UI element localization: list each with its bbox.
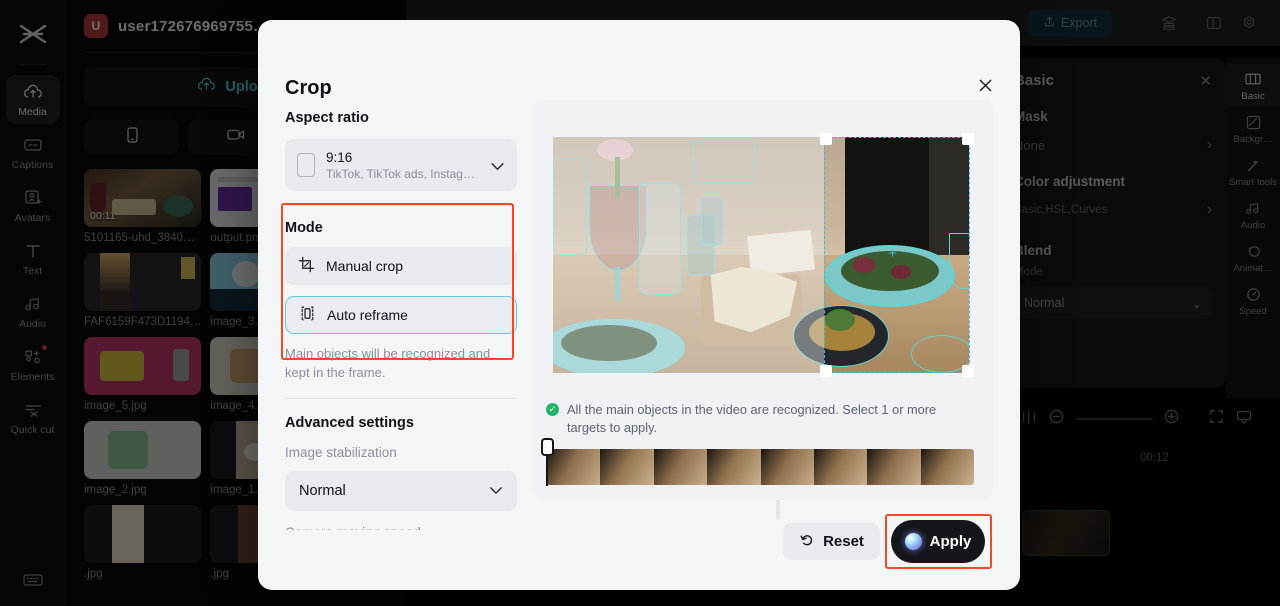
close-icon[interactable] <box>972 72 998 98</box>
crop-handle-top-right-icon[interactable] <box>962 133 974 145</box>
mode-option-label: Manual crop <box>326 258 404 274</box>
crop-center-plus-icon: + <box>888 245 897 262</box>
portrait-frame-icon <box>297 153 315 177</box>
apply-button[interactable]: Apply <box>891 520 985 563</box>
auto-reframe-icon <box>299 305 316 325</box>
image-stabilization-select[interactable]: Normal <box>285 471 517 511</box>
page-title: Crop <box>285 77 332 99</box>
crop-selection-border <box>824 137 970 373</box>
mode-option-manual-crop[interactable]: Manual crop <box>285 247 517 285</box>
reset-button[interactable]: Reset <box>783 523 880 560</box>
settings-divider <box>285 398 517 399</box>
aspect-ratio-value: 9:16 <box>326 149 353 165</box>
chevron-down-icon <box>489 483 503 499</box>
crop-settings-column: Aspect ratio 9:16 TikTok, TikTok ads, In… <box>285 110 517 530</box>
mode-note: Main objects will be recognized and kept… <box>285 346 491 380</box>
crop-handle-bottom-left-icon[interactable] <box>820 365 832 377</box>
timeline-filmstrip[interactable] <box>547 449 974 485</box>
aspect-ratio-heading: Aspect ratio <box>285 110 369 126</box>
crop-handle-bottom-right-icon[interactable] <box>962 365 974 377</box>
image-stabilization-value: Normal <box>299 483 346 499</box>
mode-option-label: Auto reframe <box>327 307 408 323</box>
chevron-down-icon <box>490 158 505 176</box>
crop-handle-top-left-icon[interactable] <box>820 133 832 145</box>
camera-moving-speed-label: Camera moving speed <box>285 525 517 530</box>
playhead-icon[interactable] <box>541 438 554 456</box>
reset-label: Reset <box>823 533 864 550</box>
app-root: Media Captions Avatars Text <box>0 0 1280 606</box>
mode-heading: Mode <box>285 220 323 236</box>
recognition-status: ✓ All the main objects in the video are … <box>546 401 976 437</box>
manual-crop-icon <box>298 256 315 276</box>
recognition-status-text: All the main objects in the video are re… <box>567 402 937 435</box>
advanced-settings-section: Advanced settings Image stabilization No… <box>285 415 517 530</box>
crop-selection-box[interactable]: + <box>820 133 974 377</box>
aspect-ratio-select[interactable]: 9:16 TikTok, TikTok ads, Instagra… <box>285 139 517 191</box>
check-circle-icon: ✓ <box>546 403 559 416</box>
playhead-line <box>546 452 548 486</box>
advanced-settings-heading: Advanced settings <box>285 415 414 431</box>
ai-orb-icon <box>904 533 922 550</box>
aspect-ratio-description: TikTok, TikTok ads, Instagra… <box>326 166 478 181</box>
mode-option-auto-reframe[interactable]: Auto reframe <box>285 296 517 334</box>
undo-icon <box>799 532 815 552</box>
settings-divider <box>285 205 517 206</box>
apply-label: Apply <box>929 533 972 550</box>
image-stabilization-label: Image stabilization <box>285 445 397 460</box>
mode-section: Mode Manual crop Auto reframe Main objec… <box>285 220 517 382</box>
